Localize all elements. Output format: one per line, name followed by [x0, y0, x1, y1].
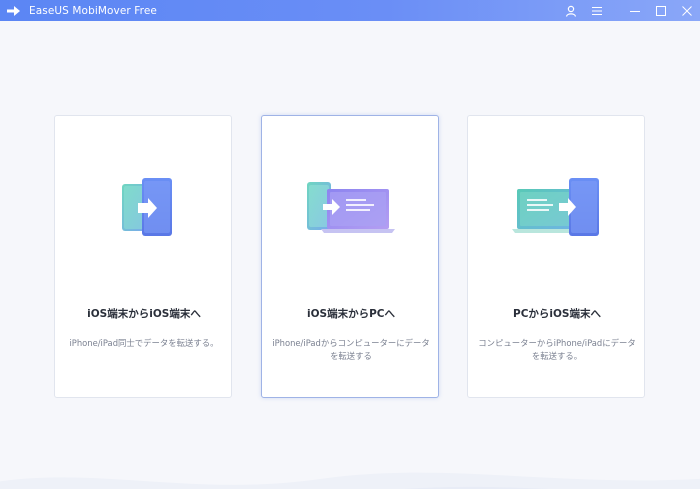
background-wave: [0, 472, 700, 489]
title-bar: EaseUS MobiMover Free: [0, 0, 700, 21]
user-icon[interactable]: [558, 0, 584, 21]
card-ios-to-pc[interactable]: iOS端末からPCへ iPhone/iPadからコンピューターにデータを転送する: [261, 115, 439, 398]
phone-to-laptop-icon: [262, 174, 440, 254]
card-description: iPhone/iPad同士でデータを転送する。: [69, 338, 219, 348]
close-icon[interactable]: [674, 0, 700, 21]
card-pc-to-ios[interactable]: PCからiOS端末へ コンピューターからiPhone/iPadにデータを転送する…: [467, 115, 645, 398]
menu-icon[interactable]: [584, 0, 610, 21]
card-ios-to-ios[interactable]: iOS端末からiOS端末へ iPhone/iPad同士でデータを転送する。: [54, 115, 232, 398]
card-description: コンピューターからiPhone/iPadにデータを転送する。: [478, 338, 636, 361]
laptop-to-phone-icon: [468, 174, 646, 254]
window-controls: [558, 0, 700, 21]
card-title: iOS端末からPCへ: [307, 308, 395, 320]
card-title: iOS端末からiOS端末へ: [87, 308, 201, 320]
main-area: iOS端末からiOS端末へ iPhone/iPad同士でデータを転送する。 iO…: [0, 21, 700, 489]
card-description: iPhone/iPadからコンピューターにデータを転送する: [272, 338, 430, 361]
maximize-icon[interactable]: [648, 0, 674, 21]
app-title: EaseUS MobiMover Free: [29, 4, 157, 17]
card-title: PCからiOS端末へ: [513, 308, 601, 320]
minimize-icon[interactable]: [622, 0, 648, 21]
phone-to-phone-icon: [55, 174, 233, 254]
arrow-transfer-icon: [7, 5, 21, 16]
